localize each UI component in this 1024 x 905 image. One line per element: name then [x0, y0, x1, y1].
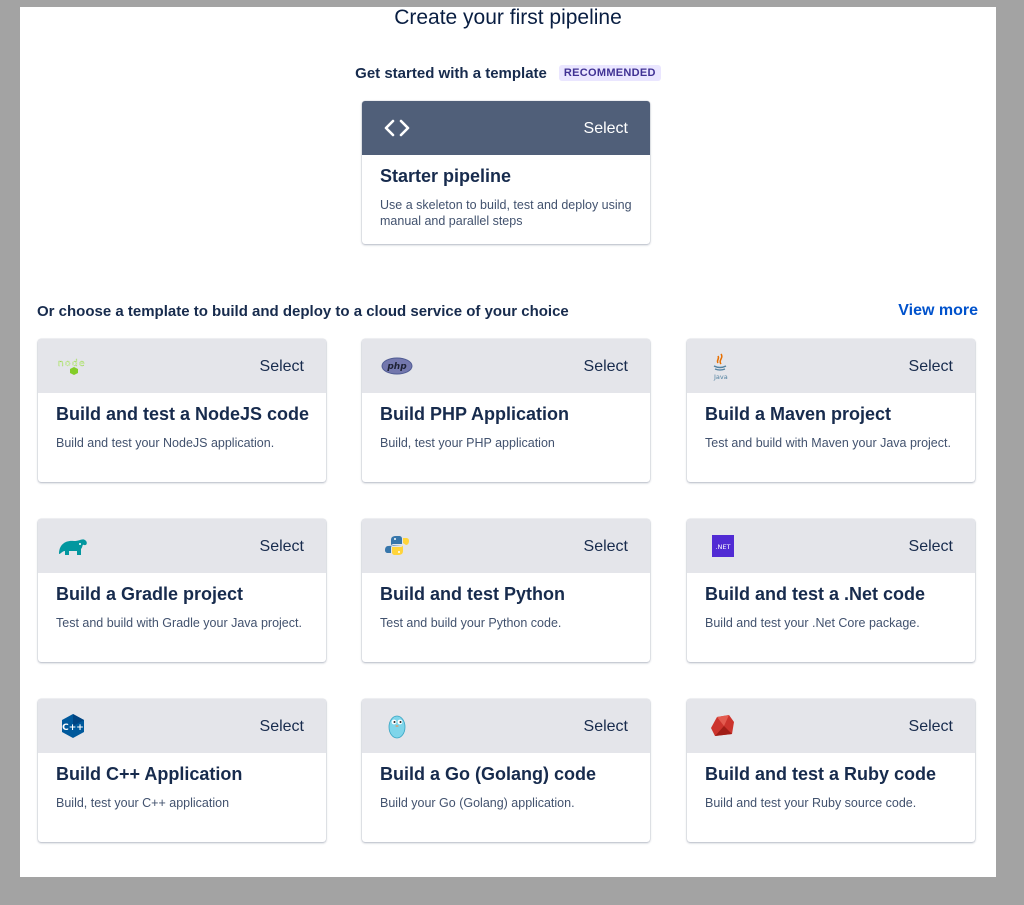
template-card-ruby[interactable]: Select Build and test a Ruby code Build …	[687, 699, 975, 842]
template-card-maven[interactable]: Java Select Build a Maven project Test a…	[687, 339, 975, 482]
cpp-icon: C++	[56, 712, 90, 740]
card-header: php Select	[362, 339, 650, 393]
select-button[interactable]: Select	[909, 538, 953, 556]
card-title: Build and test Python	[380, 584, 566, 604]
svg-text:e: e	[79, 359, 85, 369]
recommended-heading-row: Get started with a template RECOMMENDED	[20, 65, 996, 82]
card-title: Build and test a NodeJS code	[56, 404, 310, 424]
golang-gopher-icon	[380, 712, 414, 740]
card-title: Build a Maven project	[705, 404, 892, 424]
select-button[interactable]: Select	[584, 358, 628, 376]
dotnet-icon: .NET	[705, 532, 739, 560]
card-description: Build your Go (Golang) application.	[380, 796, 575, 810]
card-description: Use a skeleton to build, test and deploy…	[380, 198, 632, 228]
cpp-icon-label: C++	[62, 723, 84, 733]
card-header: C++ Select	[38, 699, 326, 753]
card-description: Test and build with Maven your Java proj…	[705, 436, 951, 450]
card-title: Build a Gradle project	[56, 584, 244, 604]
card-description: Test and build with Gradle your Java pro…	[56, 616, 302, 630]
select-button[interactable]: Select	[260, 718, 304, 736]
card-description: Test and build your Python code.	[380, 616, 562, 630]
java-icon-label: Java	[713, 373, 728, 381]
card-header: n o d e Select	[38, 339, 326, 393]
template-card-php[interactable]: php Select Build PHP Application Build, …	[362, 339, 650, 482]
card-header: Select	[362, 519, 650, 573]
card-description: Build, test your C++ application	[56, 796, 230, 810]
template-card-dotnet[interactable]: .NET Select Build and test a .Net code B…	[687, 519, 975, 662]
page-title: Create your first pipeline	[394, 6, 622, 29]
cloud-section-heading: Or choose a template to build and deploy…	[37, 303, 569, 320]
card-title: Build C++ Application	[56, 764, 243, 784]
card-title: Build and test a .Net code	[705, 584, 926, 604]
pipeline-page: Create your first pipeline Get started w…	[20, 7, 996, 877]
dotnet-icon-label: .NET	[715, 543, 730, 551]
template-card-nodejs[interactable]: n o d e Select Build and test a NodeJS c…	[38, 339, 326, 482]
recommended-badge: RECOMMENDED	[558, 65, 661, 81]
select-button[interactable]: Select	[909, 718, 953, 736]
gradle-elephant-icon	[56, 532, 90, 560]
view-more-link[interactable]: View more	[898, 302, 978, 320]
python-icon	[380, 532, 414, 560]
template-card-gradle[interactable]: Select Build a Gradle project Test and b…	[38, 519, 326, 662]
code-brackets-icon	[380, 114, 414, 142]
select-button[interactable]: Select	[584, 718, 628, 736]
template-card-starter-pipeline[interactable]: Select Starter pipeline Use a skeleton t…	[362, 101, 650, 244]
card-header: Select	[687, 699, 975, 753]
card-header: .NET Select	[687, 519, 975, 573]
select-button[interactable]: Select	[260, 538, 304, 556]
select-button[interactable]: Select	[260, 358, 304, 376]
select-button[interactable]: Select	[584, 120, 628, 138]
card-description: Build and test your .Net Core package.	[705, 616, 920, 630]
svg-text:o: o	[65, 359, 71, 369]
card-header: Select	[38, 519, 326, 573]
svg-text:n: n	[58, 359, 64, 369]
template-card-cpp[interactable]: C++ Select Build C++ Application Build, …	[38, 699, 326, 842]
template-card-python[interactable]: Select Build and test Python Test and bu…	[362, 519, 650, 662]
card-title: Build and test a Ruby code	[705, 764, 937, 784]
select-button[interactable]: Select	[909, 358, 953, 376]
card-description: Build and test your Ruby source code.	[705, 796, 917, 810]
card-header: Java Select	[687, 339, 975, 393]
card-title: Build a Go (Golang) code	[380, 764, 596, 784]
card-title: Build PHP Application	[380, 404, 570, 424]
card-description: Build and test your NodeJS application.	[56, 436, 275, 450]
nodejs-icon: n o d e	[56, 352, 90, 380]
card-header: Select	[362, 699, 650, 753]
card-description: Build, test your PHP application	[380, 436, 555, 450]
template-card-golang[interactable]: Select Build a Go (Golang) code Build yo…	[362, 699, 650, 842]
card-title: Starter pipeline	[380, 166, 512, 186]
java-icon: Java	[705, 352, 739, 381]
recommended-heading: Get started with a template	[355, 65, 547, 82]
php-icon: php	[380, 352, 414, 380]
ruby-icon	[705, 712, 739, 740]
card-header: Select	[362, 101, 650, 155]
svg-text:php: php	[386, 362, 407, 372]
select-button[interactable]: Select	[584, 538, 628, 556]
